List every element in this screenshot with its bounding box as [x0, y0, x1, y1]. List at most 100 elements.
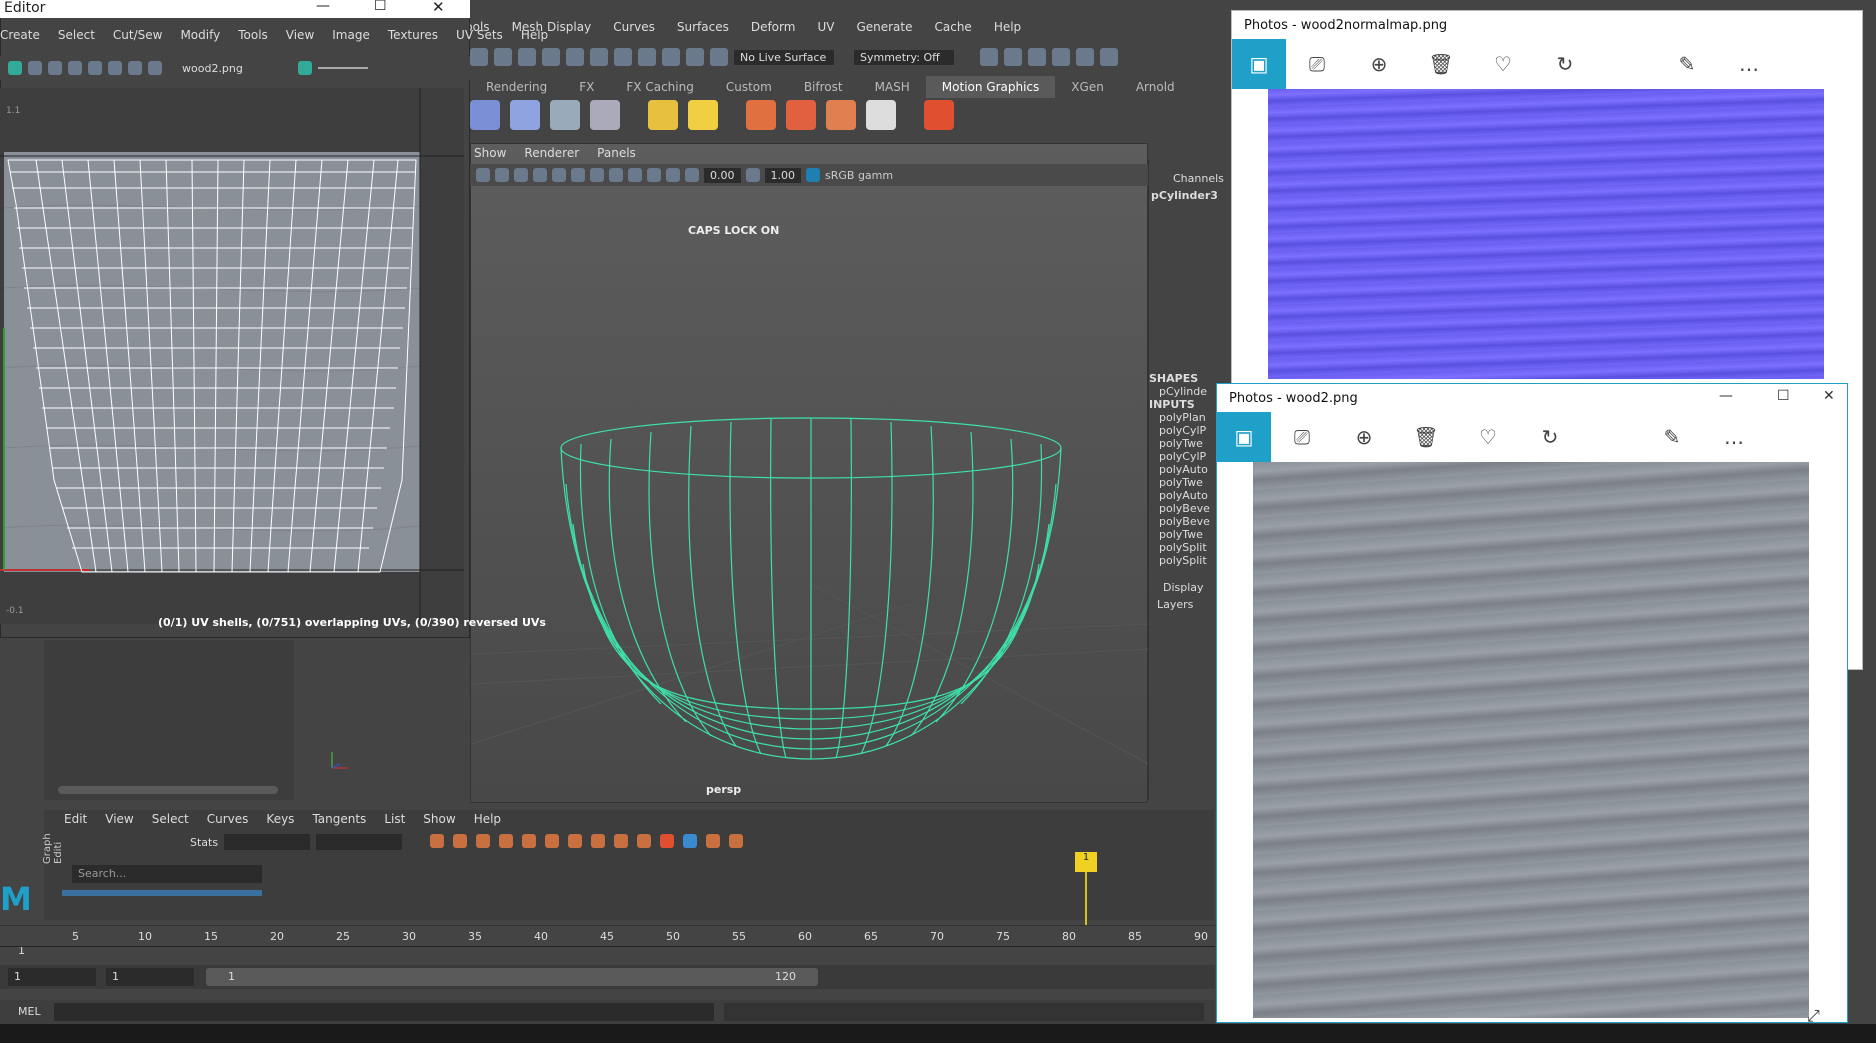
viewport-3d[interactable] — [470, 143, 1150, 803]
textured-icon[interactable] — [590, 168, 604, 182]
graph-flat-icon[interactable] — [545, 834, 559, 848]
shelf-tab-arnold[interactable]: Arnold — [1120, 76, 1191, 98]
more-icon[interactable]: … — [1718, 52, 1780, 76]
stats-field-1[interactable] — [224, 834, 310, 850]
exposure-icon[interactable] — [685, 168, 699, 182]
input-item[interactable]: polyPlan — [1159, 411, 1216, 424]
expand-icon[interactable]: ⤢ — [1807, 1006, 1820, 1026]
render-settings-icon[interactable] — [1028, 48, 1046, 66]
menu-uv[interactable]: UV — [817, 20, 834, 34]
maximize-icon[interactable]: ☐ — [374, 0, 387, 14]
uv-image-icon[interactable] — [108, 61, 122, 75]
graph-post-infinity-icon[interactable] — [729, 834, 743, 848]
uv-exposure-slider[interactable] — [318, 67, 368, 69]
uv-exposure-icon[interactable] — [298, 61, 312, 75]
time-cursor-marker[interactable]: 1 — [1075, 852, 1097, 872]
input-item[interactable]: polyBeve — [1159, 515, 1216, 528]
uv-menu-cut-sew[interactable]: Cut/Sew — [113, 28, 163, 42]
menu-help[interactable]: Help — [994, 20, 1021, 34]
graph-menu-list[interactable]: List — [384, 812, 405, 826]
vp-menu-renderer[interactable]: Renderer — [524, 146, 579, 160]
uv-menu-image[interactable]: Image — [332, 28, 370, 42]
wireframe-icon[interactable] — [552, 168, 566, 182]
graph-break-icon[interactable] — [568, 834, 582, 848]
menu-surfaces[interactable]: Surfaces — [677, 20, 729, 34]
select-component-icon[interactable] — [518, 48, 536, 66]
shelf-tab-fx-caching[interactable]: FX Caching — [610, 76, 709, 98]
graph-menu-view[interactable]: View — [105, 812, 133, 826]
snap-curve-icon[interactable] — [638, 48, 656, 66]
camera-icon[interactable] — [476, 168, 490, 182]
uv-menu-create[interactable]: Create — [0, 28, 40, 42]
input-item[interactable]: polySplit — [1159, 541, 1216, 554]
color-space-label[interactable]: sRGB gamm — [825, 169, 893, 182]
help-icon[interactable] — [566, 48, 584, 66]
texture-name[interactable]: wood2.png — [182, 62, 292, 75]
color-management-icon[interactable] — [806, 168, 820, 182]
input-item[interactable]: polyBeve — [1159, 502, 1216, 515]
uv-grid-icon[interactable] — [28, 61, 42, 75]
input-item[interactable]: polyAuto — [1159, 489, 1216, 502]
outliner-scrollbar[interactable] — [58, 786, 278, 794]
shape-item[interactable]: pCylinde — [1159, 385, 1216, 398]
uv-menu-textures[interactable]: Textures — [388, 28, 438, 42]
graph-free-icon[interactable] — [637, 834, 651, 848]
mash-curve-icon[interactable] — [550, 100, 580, 130]
lock-icon[interactable] — [590, 48, 608, 66]
mash-target-icon[interactable] — [746, 100, 776, 130]
edit-icon[interactable]: ✎ — [1641, 425, 1703, 449]
zoom-icon[interactable]: ⊕ — [1333, 425, 1395, 449]
shelf-tab-motion-graphics[interactable]: Motion Graphics — [925, 76, 1056, 98]
snap-point-icon[interactable] — [662, 48, 680, 66]
snap-grid-icon[interactable] — [614, 48, 632, 66]
graph-search-input[interactable]: Search... — [72, 865, 262, 883]
graph-menu-tangents[interactable]: Tangents — [312, 812, 366, 826]
photo-view-icon[interactable]: ▣ — [1232, 39, 1286, 89]
smooth-shade-icon[interactable] — [571, 168, 585, 182]
uv-texture-icon[interactable] — [148, 61, 162, 75]
input-item[interactable]: polyTwe — [1159, 437, 1216, 450]
mel-label[interactable]: MEL — [18, 1005, 41, 1018]
menu-cache[interactable]: Cache — [934, 20, 971, 34]
input-item[interactable]: polyTwe — [1159, 528, 1216, 541]
uv-menu-modify[interactable]: Modify — [180, 28, 220, 42]
minimize-icon[interactable]: — — [316, 0, 330, 14]
film-gate-icon[interactable] — [514, 168, 528, 182]
isolate-icon[interactable] — [647, 168, 661, 182]
live-surface-field[interactable]: No Live Surface — [734, 49, 834, 65]
graph-menu-keys[interactable]: Keys — [266, 812, 294, 826]
favorite-icon[interactable]: ♡ — [1472, 52, 1534, 76]
exposure-field[interactable]: 0.00 — [704, 167, 741, 183]
uv-menu-tools[interactable]: Tools — [238, 28, 268, 42]
graph-snap-icon[interactable] — [683, 834, 697, 848]
lights-icon[interactable] — [609, 168, 623, 182]
render-icon[interactable] — [980, 48, 998, 66]
graph-menu-edit[interactable]: Edit — [64, 812, 87, 826]
grid-icon[interactable] — [495, 168, 509, 182]
layers-menu[interactable]: Layers — [1157, 598, 1216, 611]
symmetry-field[interactable]: Symmetry: Off — [854, 49, 954, 65]
shelf-tab-fx[interactable]: FX — [563, 76, 610, 98]
arnold-icon[interactable] — [1100, 48, 1118, 66]
select-object-icon[interactable] — [494, 48, 512, 66]
render-view-icon[interactable] — [1076, 48, 1094, 66]
close-icon[interactable]: ✕ — [432, 0, 445, 16]
graph-step-icon[interactable] — [522, 834, 536, 848]
uv-checker-icon[interactable] — [68, 61, 82, 75]
vp-menu-panels[interactable]: Panels — [597, 146, 636, 160]
shelf-tab-mash[interactable]: MASH — [859, 76, 926, 98]
shelf-tab-bifrost[interactable]: Bifrost — [788, 76, 859, 98]
input-item[interactable]: polyCylP — [1159, 424, 1216, 437]
mash-burst-icon[interactable] — [866, 100, 896, 130]
shadows-icon[interactable] — [628, 168, 642, 182]
mel-input[interactable] — [54, 1003, 714, 1021]
graph-pre-infinity-icon[interactable] — [706, 834, 720, 848]
mash-sun-icon[interactable] — [688, 100, 718, 130]
uv-dim-icon[interactable] — [128, 61, 142, 75]
uv-menu-uv-sets[interactable]: UV Sets — [456, 28, 503, 42]
graph-buffer-icon[interactable] — [660, 834, 674, 848]
mash-loop-icon[interactable] — [590, 100, 620, 130]
vp-menu-show[interactable]: Show — [474, 146, 506, 160]
mash-grid-icon[interactable] — [648, 100, 678, 130]
input-item[interactable]: polySplit — [1159, 554, 1216, 567]
